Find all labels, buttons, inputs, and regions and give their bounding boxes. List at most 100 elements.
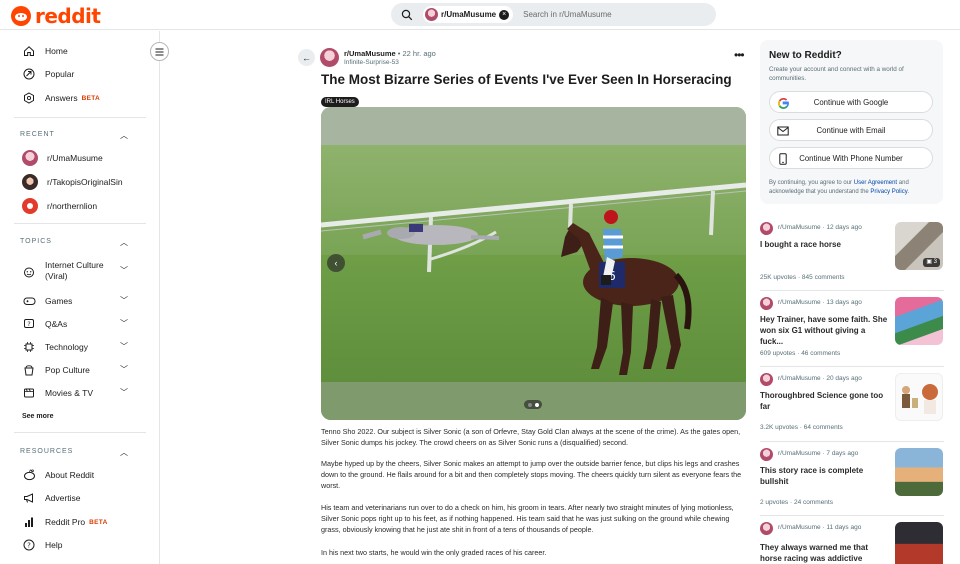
pop-culture-icon	[22, 363, 36, 377]
sidebar-item-reddit-pro[interactable]: Reddit Pro BETA	[22, 515, 108, 529]
sidebar-item-advertise[interactable]: Advertise	[22, 491, 80, 505]
about-reddit-icon	[22, 468, 36, 482]
sidebar-item-label: Technology	[45, 342, 89, 352]
chevron-up-icon[interactable]: ︿	[120, 447, 128, 458]
reddit-pro-icon	[22, 515, 36, 529]
internet-culture-icon	[22, 265, 36, 279]
sidebar-item-home[interactable]: Home	[22, 44, 68, 58]
subreddit-avatar-icon	[425, 8, 438, 21]
movies-icon	[22, 386, 36, 400]
sidebar-item-label: Answers	[45, 93, 78, 103]
carousel-dot-active[interactable]	[534, 402, 539, 407]
divider	[760, 515, 944, 516]
chevron-down-icon[interactable]: ﹀	[120, 387, 128, 398]
user-agreement-link[interactable]: User Agreement	[854, 180, 897, 186]
home-icon	[22, 44, 36, 58]
carousel-dot[interactable]	[527, 402, 532, 407]
search-scope-label: r/UmaMusume	[441, 10, 497, 19]
continue-with-email-button[interactable]: Continue with Email	[769, 119, 933, 141]
button-label: Continue with Google	[813, 97, 889, 107]
close-icon[interactable]: ×	[499, 9, 510, 20]
post-media-carousel[interactable]: 6 ‹	[321, 107, 746, 420]
divider	[760, 441, 944, 442]
continue-with-phone-button[interactable]: Continue With Phone Number	[769, 147, 933, 169]
post-subreddit-link[interactable]: r/UmaMusume	[344, 49, 396, 58]
subreddit-avatar-icon	[760, 522, 773, 535]
sidebar-item-recent[interactable]: r/northernlion	[22, 198, 97, 214]
search-input[interactable]: Search in r/UmaMusume	[523, 10, 611, 19]
chevron-down-icon[interactable]: ﹀	[120, 318, 128, 329]
sidebar-item-recent[interactable]: r/TakopisOriginalSin	[22, 174, 123, 190]
recommended-post[interactable]: r/UmaMusume · 12 days ago I bought a rac…	[760, 222, 944, 288]
privacy-policy-link[interactable]: Privacy Policy	[870, 189, 907, 195]
search-scope-chip[interactable]: r/UmaMusume ×	[423, 6, 514, 23]
post-flair[interactable]: IRL Horses	[321, 97, 359, 107]
chevron-down-icon[interactable]: ﹀	[120, 341, 128, 352]
button-label: Continue With Phone Number	[799, 153, 903, 163]
sidebar-item-answers[interactable]: Answers BETA	[22, 91, 100, 105]
recommended-post[interactable]: r/UmaMusume · 13 days ago Hey Trainer, h…	[760, 297, 944, 363]
rec-title: They always warned me that horse racing …	[760, 543, 869, 563]
sidebar-item-about-reddit[interactable]: About Reddit	[22, 468, 94, 482]
post-author-link[interactable]: Infinite-Surprise-53	[344, 59, 399, 66]
chevron-up-icon[interactable]: ︿	[120, 237, 128, 248]
sidebar-item-games[interactable]: Games	[22, 294, 72, 308]
chevron-down-icon[interactable]: ﹀	[120, 295, 128, 306]
sidebar-item-help[interactable]: ? Help	[22, 538, 62, 552]
recommended-post[interactable]: r/UmaMusume · 20 days ago Thoroughbred S…	[760, 373, 944, 439]
sidebar-item-technology[interactable]: Technology	[22, 340, 88, 354]
sidebar-item-label: r/TakopisOriginalSin	[47, 177, 123, 187]
sidebar-item-internet-culture[interactable]: Internet Culture (Viral)	[22, 260, 107, 282]
sidebar-item-recent[interactable]: r/UmaMusume	[22, 150, 103, 166]
search-bar[interactable]: r/UmaMusume × Search in r/UmaMusume	[391, 3, 716, 26]
continue-with-google-button[interactable]: Continue with Google	[769, 91, 933, 113]
post-meta: r/UmaMusume • 22 hr. ago	[344, 49, 436, 58]
answers-icon	[22, 91, 36, 105]
svg-text:?: ?	[27, 542, 31, 550]
sidebar-item-label: Popular	[45, 69, 75, 79]
chevron-down-icon[interactable]: ﹀	[120, 265, 128, 276]
reddit-logo[interactable]: reddit	[11, 4, 101, 28]
recommended-post[interactable]: r/UmaMusume · 7 days ago This story race…	[760, 448, 944, 510]
sidebar-item-movies-tv[interactable]: Movies & TV	[22, 386, 93, 400]
divider	[760, 366, 944, 367]
post-time: • 22 hr. ago	[397, 49, 436, 58]
chevron-down-icon[interactable]: ﹀	[120, 364, 128, 375]
divider	[760, 290, 944, 291]
rec-title: I bought a race horse	[760, 240, 841, 249]
rec-thumbnail	[895, 297, 943, 345]
sidebar-item-label: Help	[45, 540, 63, 550]
back-button[interactable]: ←	[298, 49, 315, 66]
help-icon: ?	[22, 538, 36, 552]
post-paragraph: His team and veterinarians run over to d…	[321, 503, 734, 534]
post-title: The Most Bizarre Series of Events I've E…	[321, 72, 732, 87]
search-icon	[401, 9, 413, 20]
legal-text: .	[907, 188, 909, 195]
sidebar-item-popular[interactable]: Popular	[22, 67, 74, 81]
sidebar-item-pop-culture[interactable]: Pop Culture	[22, 363, 90, 377]
rec-subreddit: r/UmaMusume · 7 days ago	[778, 450, 859, 457]
sidebar-item-qa[interactable]: ? Q&As	[22, 317, 67, 331]
recommended-post[interactable]: r/UmaMusume · 11 days ago They always wa…	[760, 522, 944, 564]
more-options-icon[interactable]: •••	[734, 48, 745, 62]
rec-title: Thoroughbred Science gone too far	[760, 391, 884, 411]
chevron-up-icon[interactable]: ︿	[120, 130, 128, 141]
phone-icon	[777, 153, 789, 165]
rec-subreddit: r/UmaMusume · 12 days ago	[778, 224, 862, 231]
sidebar-item-label: Internet Culture (Viral)	[45, 260, 104, 281]
reddit-logo-icon	[11, 6, 31, 26]
recent-heading: RECENT	[20, 131, 55, 138]
subreddit-avatar-icon	[760, 222, 773, 235]
carousel-prev-button[interactable]: ‹	[327, 254, 345, 272]
collapse-sidebar-button[interactable]	[150, 42, 169, 61]
topics-heading: TOPICS	[20, 238, 52, 245]
beta-badge: BETA	[89, 518, 108, 526]
subreddit-avatar-icon	[22, 174, 38, 190]
sidebar-item-label: Q&As	[45, 319, 68, 329]
see-more-link[interactable]: See more	[22, 413, 54, 420]
email-icon	[777, 125, 789, 137]
arrow-left-icon: ←	[302, 52, 311, 63]
comic-thumbnail-image	[902, 384, 938, 414]
rec-subreddit: r/UmaMusume · 20 days ago	[778, 375, 862, 382]
subreddit-avatar-icon[interactable]	[320, 48, 339, 67]
